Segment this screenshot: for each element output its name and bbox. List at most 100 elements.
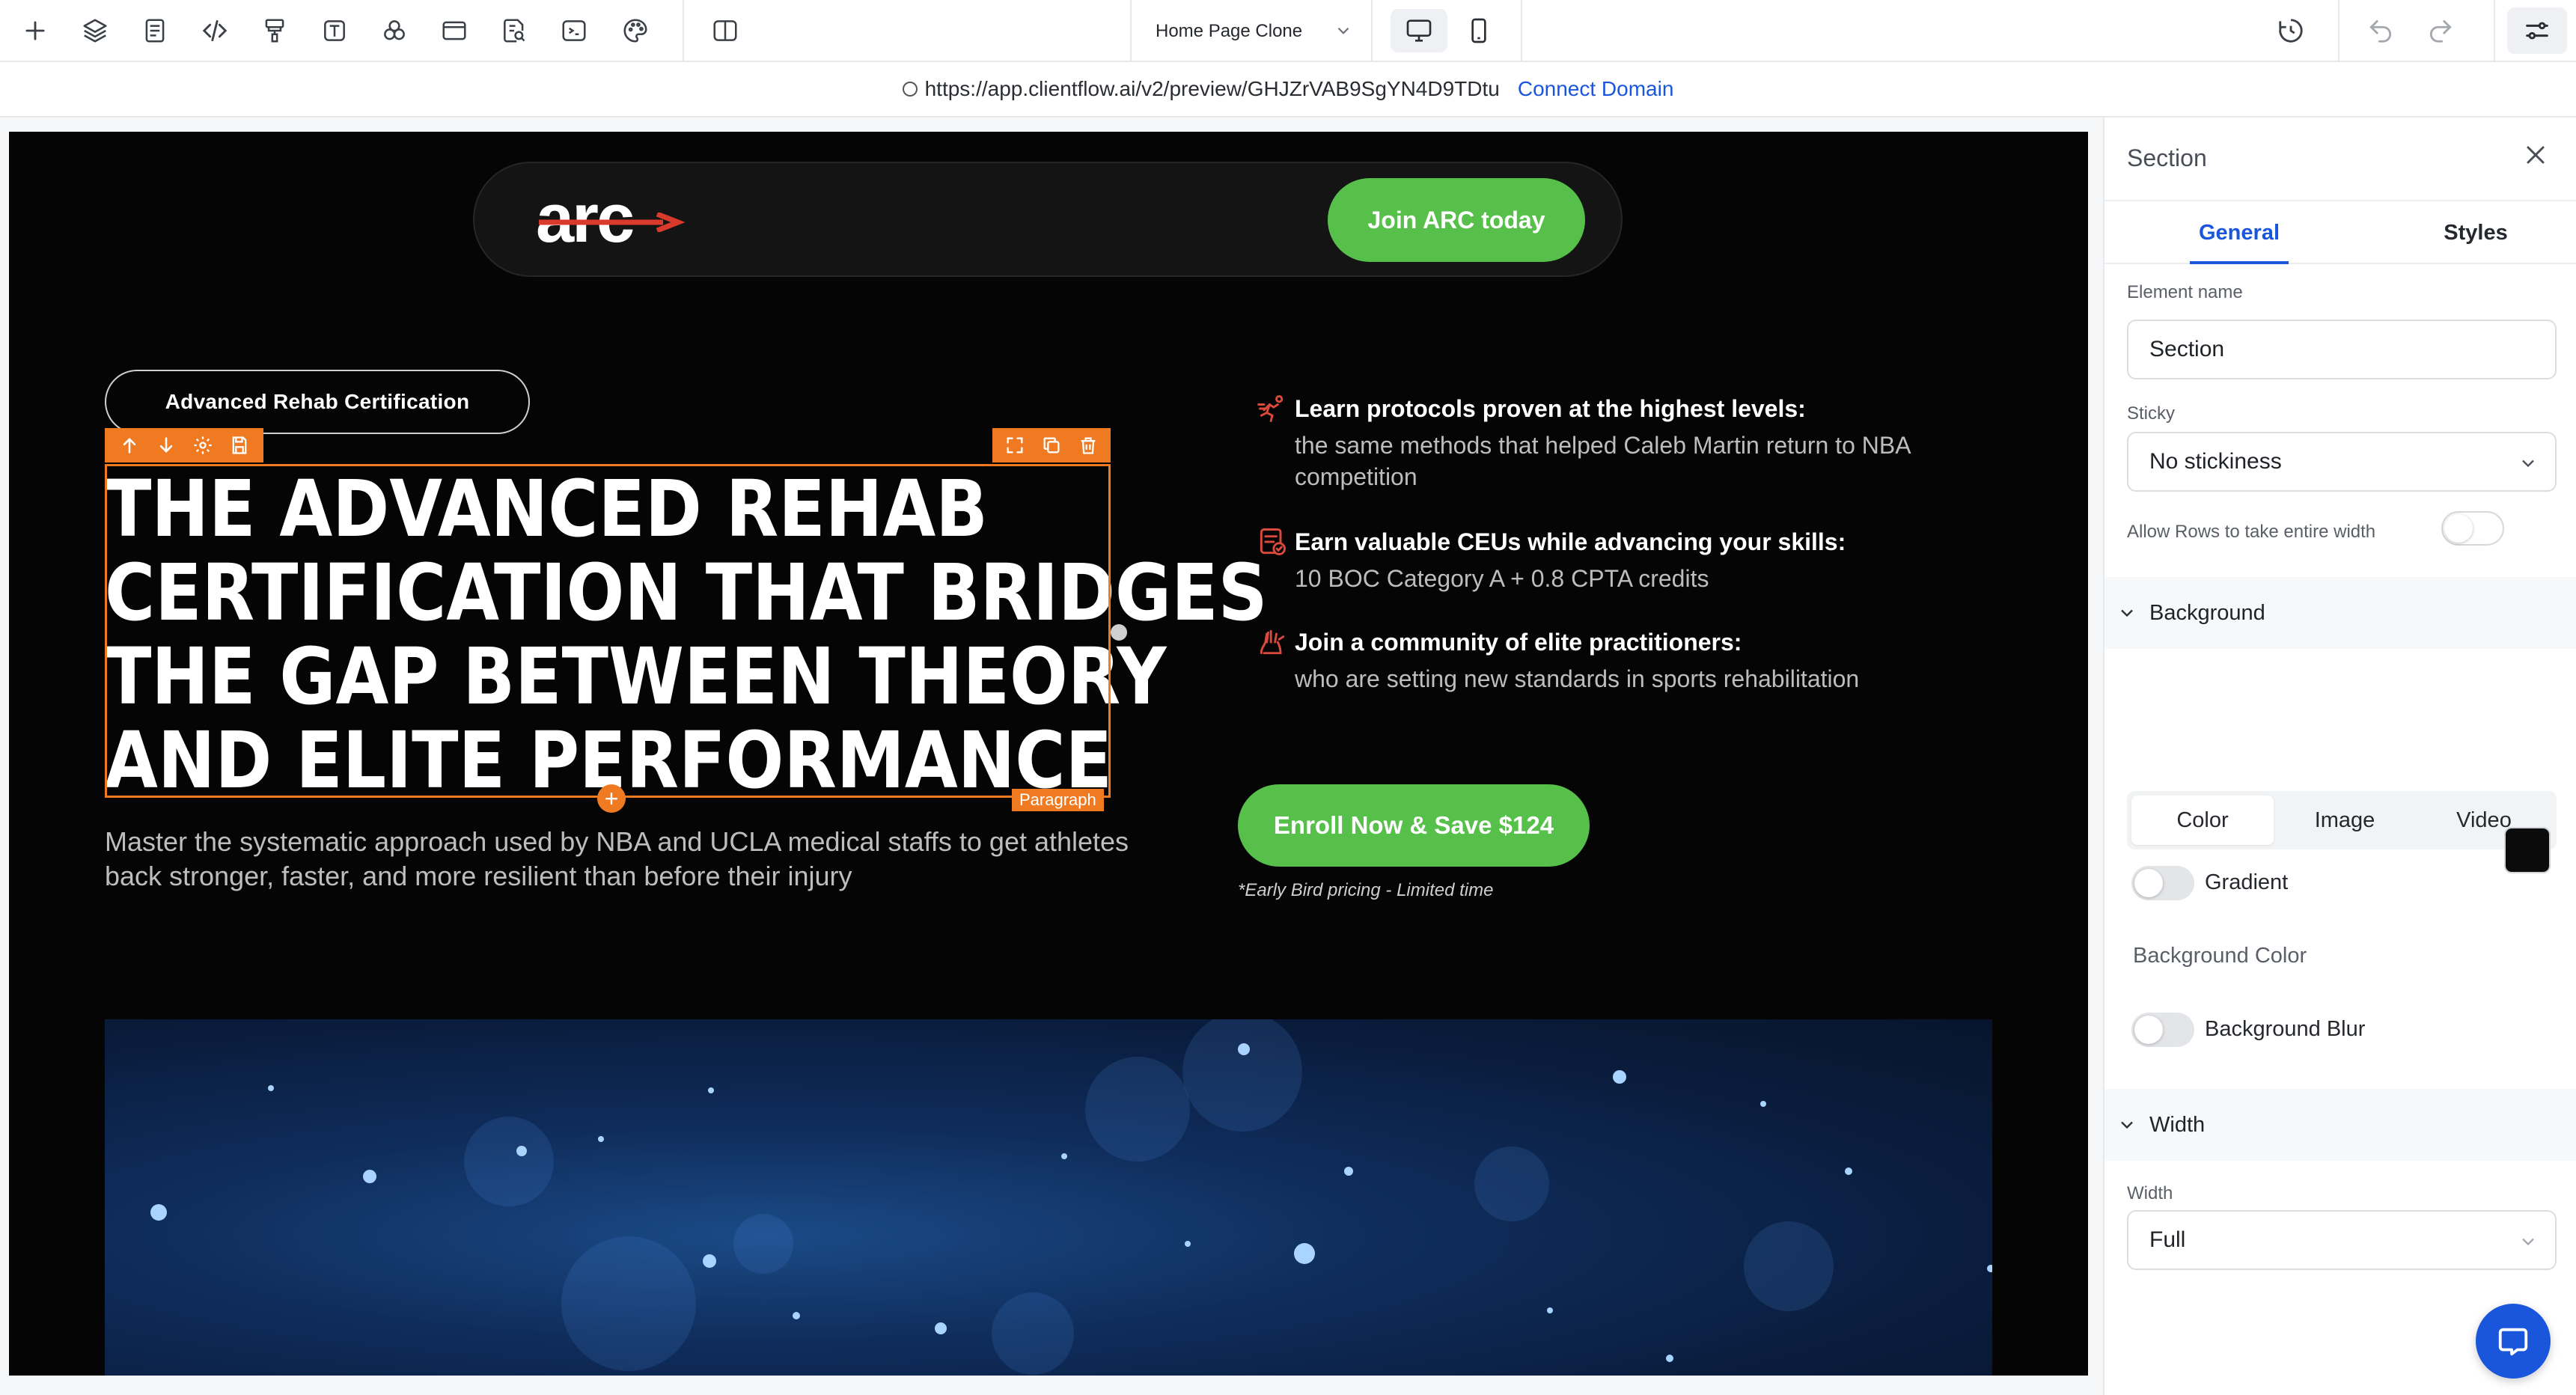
- plus-icon[interactable]: [16, 12, 54, 49]
- connect-domain-link[interactable]: Connect Domain: [1518, 77, 1674, 101]
- page-selector[interactable]: Home Page Clone: [1132, 0, 1371, 62]
- feature-item[interactable]: Earn valuable CEUs while advancing your …: [1260, 525, 1998, 594]
- toolbar-divider: [683, 0, 684, 62]
- site-navbar[interactable]: arc Join ARC today: [473, 162, 1623, 277]
- feature-title: Learn protocols proven at the highest le…: [1295, 395, 1806, 422]
- tab-styles[interactable]: Styles: [2408, 201, 2543, 264]
- page-icon[interactable]: [136, 12, 174, 49]
- bg-blur-label: Background Blur: [2205, 1017, 2366, 1041]
- paint-roller-icon[interactable]: [256, 12, 293, 49]
- top-toolbar: Home Page Clone: [0, 0, 2576, 62]
- chevron-down-icon: [2121, 609, 2133, 617]
- history-icon[interactable]: [2272, 12, 2310, 49]
- sticky-select[interactable]: No stickiness: [2127, 432, 2557, 492]
- logo-arrow-icon: [539, 213, 686, 232]
- element-name-label: Element name: [2127, 282, 2243, 302]
- toggle-knob: [2134, 869, 2163, 897]
- page-canvas[interactable]: arc Join ARC today Advanced Rehab Certif…: [9, 132, 2088, 1376]
- builder-app: Home Page Clone https://app.clientflow.a…: [0, 0, 2576, 1395]
- selection-toolbar-right: [992, 428, 1111, 463]
- bg-color-label: Background Color: [2133, 944, 2307, 968]
- bg-blur-toggle[interactable]: [2131, 1013, 2194, 1047]
- toolbar-divider: [1521, 0, 1522, 62]
- duplicate-icon[interactable]: [1041, 435, 1062, 456]
- arrow-up-icon[interactable]: [119, 435, 140, 456]
- properties-panel: Section General Styles Element name Sect…: [2103, 117, 2576, 1395]
- chevron-down-icon: [2522, 460, 2534, 468]
- terminal-icon[interactable]: [555, 12, 593, 49]
- sticky-label: Sticky: [2127, 403, 2176, 424]
- feature-item[interactable]: Join a community of elite practitioners:…: [1260, 626, 1998, 695]
- trash-icon[interactable]: [1078, 435, 1099, 456]
- feature-title: Earn valuable CEUs while advancing your …: [1295, 528, 1846, 555]
- feature-desc: the same methods that helped Caleb Marti…: [1295, 432, 1910, 490]
- preview-url[interactable]: https://app.clientflow.ai/v2/preview/GHJ…: [925, 77, 1500, 101]
- panel-tabs: General Styles: [2105, 200, 2576, 264]
- feature-desc: 10 BOC Category A + 0.8 CPTA credits: [1295, 565, 1709, 592]
- mobile-view-button[interactable]: [1450, 9, 1507, 52]
- layers-icon[interactable]: [76, 12, 114, 49]
- width-heading: Width: [2149, 1112, 2206, 1137]
- hero-image[interactable]: [105, 1019, 1992, 1376]
- save-icon[interactable]: [229, 435, 250, 456]
- early-bird-note: *Early Bird pricing - Limited time: [1238, 880, 1494, 900]
- sprint-icon: [1257, 395, 1284, 422]
- feature-desc: who are setting new standards in sports …: [1295, 665, 1860, 692]
- feature-item[interactable]: Learn protocols proven at the highest le…: [1257, 392, 1998, 492]
- page-name: Home Page Clone: [1156, 20, 1303, 41]
- desktop-view-button[interactable]: [1391, 9, 1447, 52]
- selection-type-tag: Paragraph: [1012, 789, 1104, 811]
- url-status-icon: [902, 82, 918, 97]
- selection-outline: [105, 464, 1111, 798]
- undo-icon[interactable]: [2362, 12, 2399, 49]
- expand-icon[interactable]: [1004, 435, 1025, 456]
- toolbar-divider: [2338, 0, 2340, 62]
- components-icon[interactable]: [376, 12, 413, 49]
- certificate-icon: [1260, 528, 1286, 555]
- community-hands-icon: [1260, 629, 1285, 655]
- arrow-down-icon[interactable]: [156, 435, 177, 456]
- sticky-value: No stickiness: [2149, 449, 2282, 474]
- enroll-button[interactable]: Enroll Now & Save $124: [1238, 784, 1590, 867]
- chevron-down-icon: [2522, 1238, 2534, 1246]
- chevron-down-icon: [1337, 27, 1349, 34]
- url-bar: https://app.clientflow.ai/v2/preview/GHJ…: [0, 62, 2576, 117]
- resize-handle[interactable]: [1111, 624, 1127, 641]
- background-type-tabs: Color Image Video: [2127, 791, 2557, 849]
- code-icon[interactable]: [196, 12, 234, 49]
- allow-rows-label: Allow Rows to take entire width: [2127, 522, 2376, 542]
- add-below-button[interactable]: +: [597, 784, 626, 813]
- settings-button[interactable]: [2507, 7, 2567, 54]
- chat-support-button[interactable]: [2476, 1304, 2551, 1379]
- width-section-header[interactable]: Width: [2105, 1089, 2576, 1161]
- allow-rows-toggle[interactable]: [2441, 511, 2504, 546]
- close-icon[interactable]: [2521, 140, 2551, 170]
- bg-tab-image[interactable]: Image: [2274, 796, 2416, 845]
- desktop-icon: [1406, 19, 1432, 42]
- toggle-knob: [2444, 514, 2473, 543]
- chevron-down-icon: [2121, 1121, 2133, 1129]
- palette-icon[interactable]: [617, 12, 654, 49]
- search-page-icon[interactable]: [495, 12, 533, 49]
- element-name-input[interactable]: Section: [2127, 320, 2557, 379]
- width-value: Full: [2149, 1227, 2186, 1252]
- gradient-toggle[interactable]: [2131, 866, 2194, 900]
- hero-subhead[interactable]: Master the systematic approach used by N…: [105, 825, 1138, 894]
- window-icon[interactable]: [436, 12, 473, 49]
- width-select[interactable]: Full: [2127, 1210, 2557, 1270]
- tab-general[interactable]: General: [2179, 201, 2299, 264]
- bg-color-swatch[interactable]: [2504, 827, 2551, 873]
- sliders-icon: [2526, 22, 2548, 40]
- background-section-header[interactable]: Background: [2105, 577, 2576, 649]
- bokeh-particles: [150, 1019, 1992, 1375]
- text-icon[interactable]: [316, 12, 353, 49]
- split-view-icon[interactable]: [706, 12, 744, 49]
- bg-tab-color[interactable]: Color: [2131, 796, 2274, 845]
- certification-pill[interactable]: Advanced Rehab Certification: [105, 370, 530, 434]
- arc-logo[interactable]: arc: [536, 181, 701, 256]
- feature-title: Join a community of elite practitioners:: [1295, 629, 1742, 656]
- join-arc-button[interactable]: Join ARC today: [1328, 178, 1585, 262]
- gear-icon[interactable]: [192, 435, 213, 456]
- redo-icon[interactable]: [2422, 12, 2459, 49]
- toggle-knob: [2134, 1016, 2163, 1044]
